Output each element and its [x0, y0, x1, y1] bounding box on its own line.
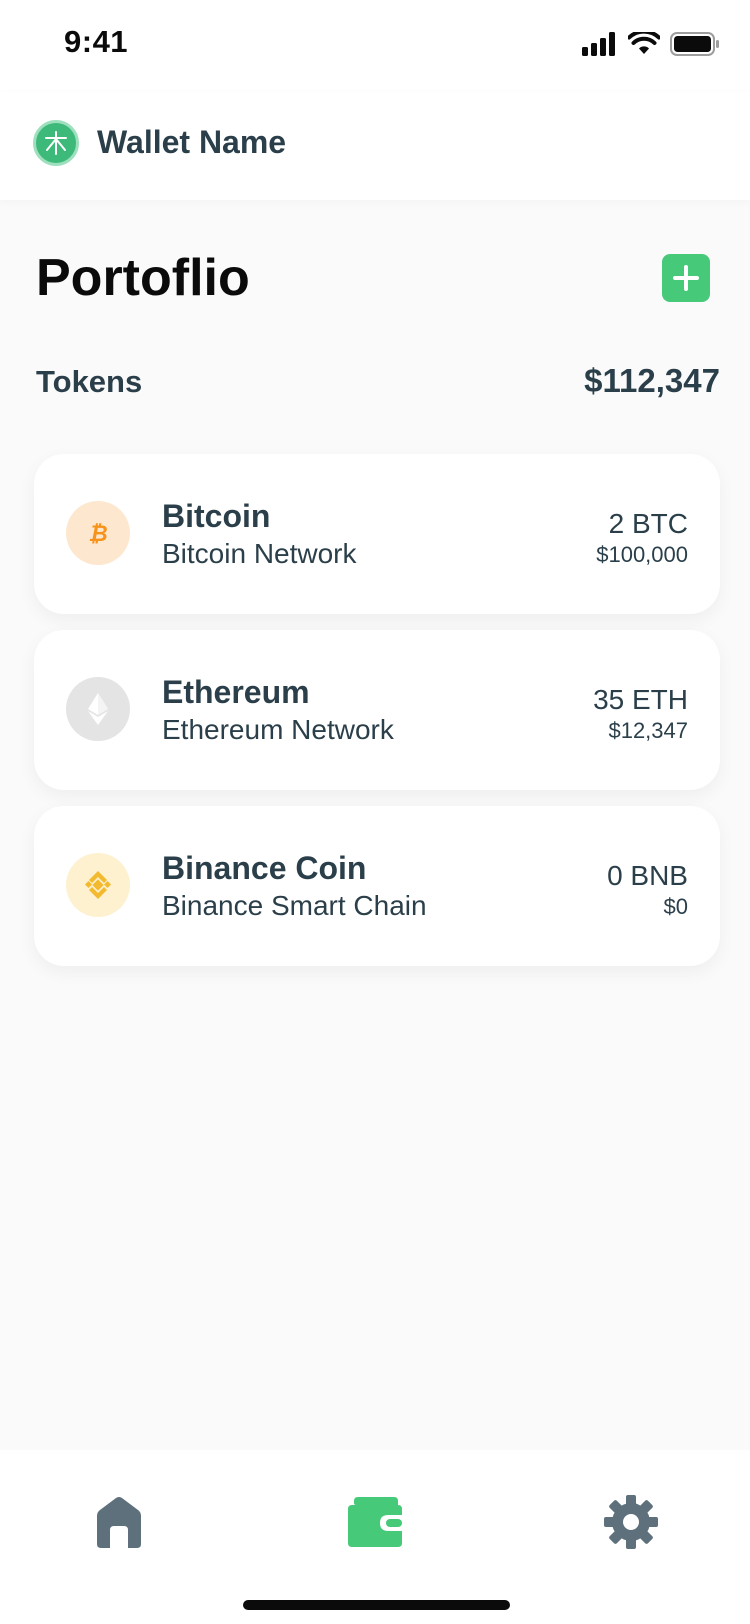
- nav-wallet[interactable]: [339, 1486, 411, 1558]
- wallet-name[interactable]: Wallet Name: [97, 124, 286, 161]
- status-icons: [582, 30, 720, 58]
- settings-gear-icon: [604, 1495, 658, 1549]
- coin-value: $0: [663, 894, 688, 919]
- coin-amount: 2 BTC: [608, 508, 688, 539]
- token-card-binance[interactable]: Binance Coin Binance Smart Chain 0 BNB $…: [34, 806, 720, 966]
- token-card-ethereum[interactable]: Ethereum Ethereum Network 35 ETH $12,347: [34, 630, 720, 790]
- plus-icon: [673, 265, 699, 291]
- coin-amount: 0 BNB: [607, 860, 688, 891]
- status-time: 9:41: [64, 24, 129, 59]
- home-indicator: [243, 1600, 510, 1610]
- bottom-navigation: [0, 1450, 750, 1624]
- bitcoin-icon: ₿: [66, 501, 130, 565]
- tokens-total: $112,347: [584, 362, 720, 399]
- coin-name: Bitcoin: [162, 498, 271, 534]
- page-title: Portoflio: [36, 249, 250, 307]
- tree-logo-icon: [45, 131, 67, 155]
- nav-home[interactable]: [83, 1486, 155, 1558]
- coin-value: $100,000: [596, 542, 688, 567]
- battery-icon: [670, 32, 719, 56]
- wifi-icon: [628, 32, 660, 54]
- add-token-button[interactable]: [662, 254, 710, 302]
- wallet-screen: 9:41 Wallet Name Portoflio Tokens $112,3…: [0, 0, 750, 1624]
- wallet-avatar[interactable]: [33, 120, 79, 166]
- ethereum-icon: [66, 677, 130, 741]
- wallet-icon: [348, 1497, 402, 1547]
- wallet-header: Wallet Name: [0, 92, 750, 200]
- token-card-bitcoin[interactable]: ₿ Bitcoin Bitcoin Network 2 BTC $100,000: [34, 454, 720, 614]
- cellular-signal-icon: [582, 32, 615, 56]
- coin-network: Ethereum Network: [162, 714, 394, 745]
- coin-network: Binance Smart Chain: [162, 890, 427, 921]
- nav-settings[interactable]: [595, 1486, 667, 1558]
- coin-name: Ethereum: [162, 674, 310, 710]
- ethereum-glyph-icon: [88, 693, 108, 725]
- binance-icon: [66, 853, 130, 917]
- tokens-label: Tokens: [36, 364, 143, 399]
- svg-text:₿: ₿: [88, 522, 107, 547]
- home-icon: [97, 1497, 141, 1548]
- coin-value: $12,347: [608, 718, 688, 743]
- coin-name: Binance Coin: [162, 850, 367, 886]
- coin-amount: 35 ETH: [593, 684, 688, 715]
- coin-network: Bitcoin Network: [162, 538, 357, 569]
- binance-glyph-icon: [84, 871, 112, 899]
- bitcoin-glyph-icon: ₿: [88, 522, 107, 547]
- status-bar: 9:41: [0, 0, 750, 92]
